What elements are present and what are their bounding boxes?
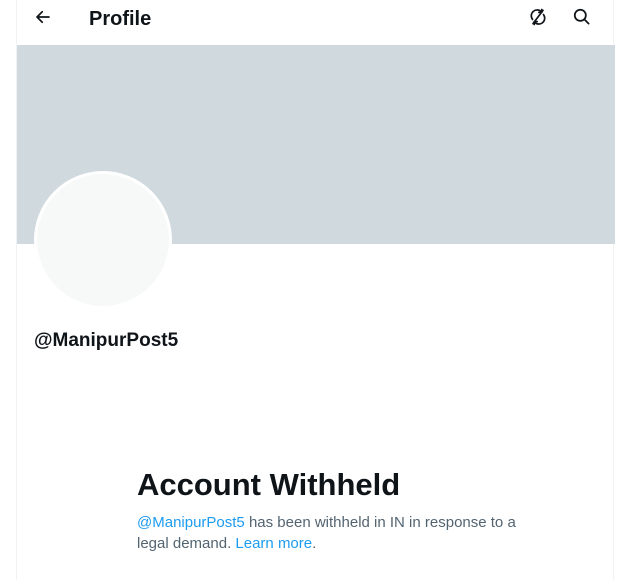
avatar [34,171,172,309]
page-title: Profile [89,8,152,30]
back-button[interactable] [26,2,60,36]
withheld-title: Account Withheld [137,467,401,502]
withheld-notice: Account Withheld @ManipurPost5 has been … [137,466,517,554]
page: Profile @ManipurPost5 Account Withheld @… [0,0,633,580]
search-button[interactable] [564,2,598,36]
refresh-button[interactable] [521,2,555,36]
learn-more-link[interactable]: Learn more [235,535,312,552]
arrow-left-icon [34,8,52,31]
handle-link[interactable]: @ManipurPost5 [137,514,245,531]
search-icon [572,7,591,31]
withheld-message: @ManipurPost5 has been withheld in IN in… [137,512,517,554]
profile-column: Profile @ManipurPost5 Account Withheld @… [16,0,615,580]
refresh-off-icon [528,7,548,32]
top-bar: Profile [17,0,615,44]
withheld-message-end: . [312,535,317,552]
profile-handle: @ManipurPost5 [34,330,179,351]
